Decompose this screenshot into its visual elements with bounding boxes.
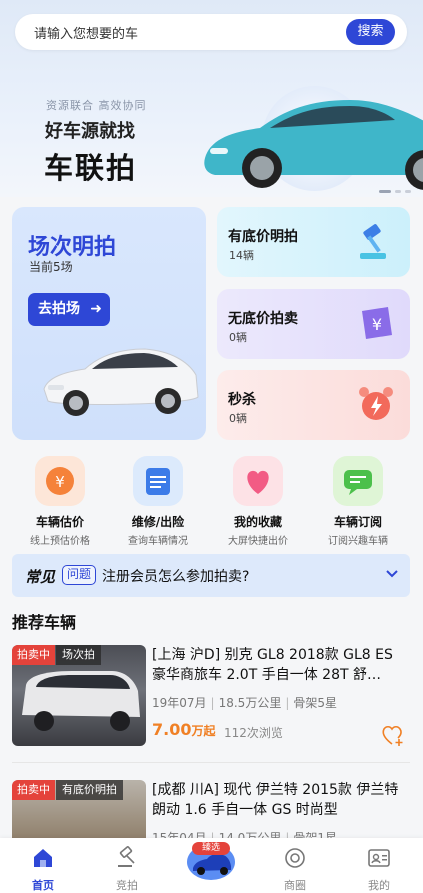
listing-title: [成都 川A] 现代 伊兰特 2015款 伊兰特 朗动 1.6 手自一体 GS … — [152, 782, 399, 818]
gavel-icon — [360, 224, 386, 259]
quick-label: 我的收藏 — [233, 515, 282, 529]
listing-item[interactable]: 拍卖中 场次拍 [上海 沪D] 别克 GL8 2018款 GL8 ES 豪华商旅… — [12, 645, 410, 765]
banner-pagination — [379, 190, 411, 193]
listing-thumbnail: 拍卖中 场次拍 — [12, 645, 146, 746]
top-banner[interactable]: 请输入您想要的车 搜索 资源联合 高效协同 好车源就找 车联拍 — [0, 0, 423, 197]
listing-title: [上海 沪D] 别克 GL8 2018款 GL8 ES 豪华商旅车 2.0T 手… — [152, 647, 393, 683]
tab-label: 我的 — [368, 879, 390, 892]
tab-profile[interactable]: 我的 — [339, 838, 419, 893]
session-auction-card[interactable]: 场次明拍 当前5场 去拍场 ➜ — [12, 207, 206, 440]
listing-mileage: 18.5万公里 — [218, 696, 282, 710]
search-button[interactable]: 搜索 — [346, 19, 395, 45]
faq-text: 注册会员怎么参加拍卖? — [102, 569, 250, 585]
faq-brand: 常见 — [25, 568, 56, 586]
listing-divider — [12, 762, 410, 763]
card-title: 秒杀 — [228, 392, 256, 408]
card-count: 0辆 — [229, 412, 247, 425]
faq-notice-bar[interactable]: 常见 问题 注册会员怎么参加拍卖? — [12, 554, 410, 597]
banner-slogan: 好车源就找 — [45, 121, 135, 142]
quick-sub: 大屏快捷出价 — [228, 536, 288, 547]
quick-label: 维修/出险 — [131, 515, 185, 529]
chevron-down-icon[interactable] — [385, 567, 399, 581]
listing-price: 7.00万起 — [152, 720, 216, 739]
go-auction-label: 去拍场 — [38, 301, 80, 317]
compass-icon — [285, 848, 305, 868]
card-count: 14辆 — [229, 249, 254, 262]
listing-views: 112次浏览 — [224, 726, 283, 740]
search-input[interactable]: 请输入您想要的车 — [34, 23, 138, 42]
quick-subscriptions[interactable]: 车辆订阅 订阅兴趣车辆 — [313, 456, 403, 547]
arrow-right-icon: ➜ — [90, 301, 102, 317]
auction-type-badge: 场次拍 — [56, 645, 101, 665]
sports-car-image — [204, 100, 423, 190]
banner-brand: 车联拍 — [44, 151, 138, 185]
flash-sale-card[interactable]: 秒杀 0辆 — [217, 370, 410, 440]
listing-frame-rating: 骨架5星 — [293, 696, 338, 710]
banner-tagline: 资源联合 高效协同 — [46, 99, 147, 112]
session-auction-title: 场次明拍 — [28, 235, 117, 260]
card-title: 无底价拍卖 — [228, 311, 298, 327]
white-car-image — [43, 348, 199, 416]
go-auction-button[interactable]: 去拍场 ➜ — [28, 293, 110, 326]
status-badge: 拍卖中 — [12, 780, 55, 800]
tab-label: 商圈 — [284, 879, 306, 892]
quick-label: 车辆订阅 — [333, 515, 382, 529]
svg-text:¥: ¥ — [372, 315, 382, 334]
pagination-dot — [379, 190, 391, 193]
tab-featured[interactable]: 臻选 — [171, 838, 251, 893]
chat-icon — [333, 456, 383, 506]
gavel-icon — [118, 846, 135, 867]
heart-icon — [233, 456, 283, 506]
alarm-clock-icon — [359, 387, 393, 420]
card-title: 有底价明拍 — [228, 229, 298, 245]
featured-badge: 臻选 — [192, 842, 230, 855]
pagination-dot — [395, 190, 401, 193]
favorite-add-icon[interactable] — [380, 723, 406, 747]
quick-label: 车辆估价 — [35, 515, 84, 529]
price-value: 7.00 — [152, 720, 192, 739]
tab-bidding[interactable]: 竞拍 — [87, 838, 167, 893]
card-count: 0辆 — [229, 331, 247, 344]
tab-label: 首页 — [32, 879, 54, 892]
bottom-tab-bar: 首页 竞拍 臻选 商圈 我的 — [0, 838, 423, 893]
quick-sub: 线上预估价格 — [30, 536, 90, 547]
listing-year: 19年07月 — [152, 696, 207, 710]
reserve-price-auction-card[interactable]: 有底价明拍 14辆 — [217, 207, 410, 277]
calendar-report-icon — [133, 456, 183, 506]
faq-tag: 问题 — [62, 565, 97, 585]
listing-meta: 19年07月 | 18.5万公里 | 骨架5星 — [152, 696, 338, 710]
home-icon — [34, 849, 52, 867]
status-badge: 拍卖中 — [12, 645, 55, 665]
quick-favorites[interactable]: 我的收藏 大屏快捷出价 — [213, 456, 303, 547]
svg-text:¥: ¥ — [55, 473, 65, 491]
quick-sub: 查询车辆情况 — [128, 536, 188, 547]
listing-item[interactable]: 拍卖中 有底价明拍 [成都 川A] 现代 伊兰特 2015款 伊兰特 朗动 1.… — [12, 780, 410, 881]
quick-car-valuation[interactable]: ¥ 车辆估价 线上预估价格 — [15, 456, 105, 547]
tab-home[interactable]: 首页 — [3, 838, 83, 893]
price-unit: 万起 — [191, 724, 216, 738]
yen-tag-icon: ¥ — [362, 307, 392, 339]
session-count: 当前5场 — [29, 260, 73, 274]
profile-card-icon — [368, 849, 390, 867]
no-reserve-auction-card[interactable]: 无底价拍卖 0辆 ¥ — [217, 289, 410, 359]
yen-coin-icon: ¥ — [35, 456, 85, 506]
quick-sub: 订阅兴趣车辆 — [328, 536, 388, 547]
quick-repair-records[interactable]: 维修/出险 查询车辆情况 — [113, 456, 203, 547]
auction-type-badge: 有底价明拍 — [56, 780, 123, 800]
search-bar[interactable]: 请输入您想要的车 搜索 — [15, 14, 407, 50]
tab-business-circle[interactable]: 商圈 — [255, 838, 335, 893]
tab-label: 竞拍 — [116, 879, 138, 892]
section-title: 推荐车辆 — [12, 613, 77, 632]
pagination-dot — [405, 190, 411, 193]
